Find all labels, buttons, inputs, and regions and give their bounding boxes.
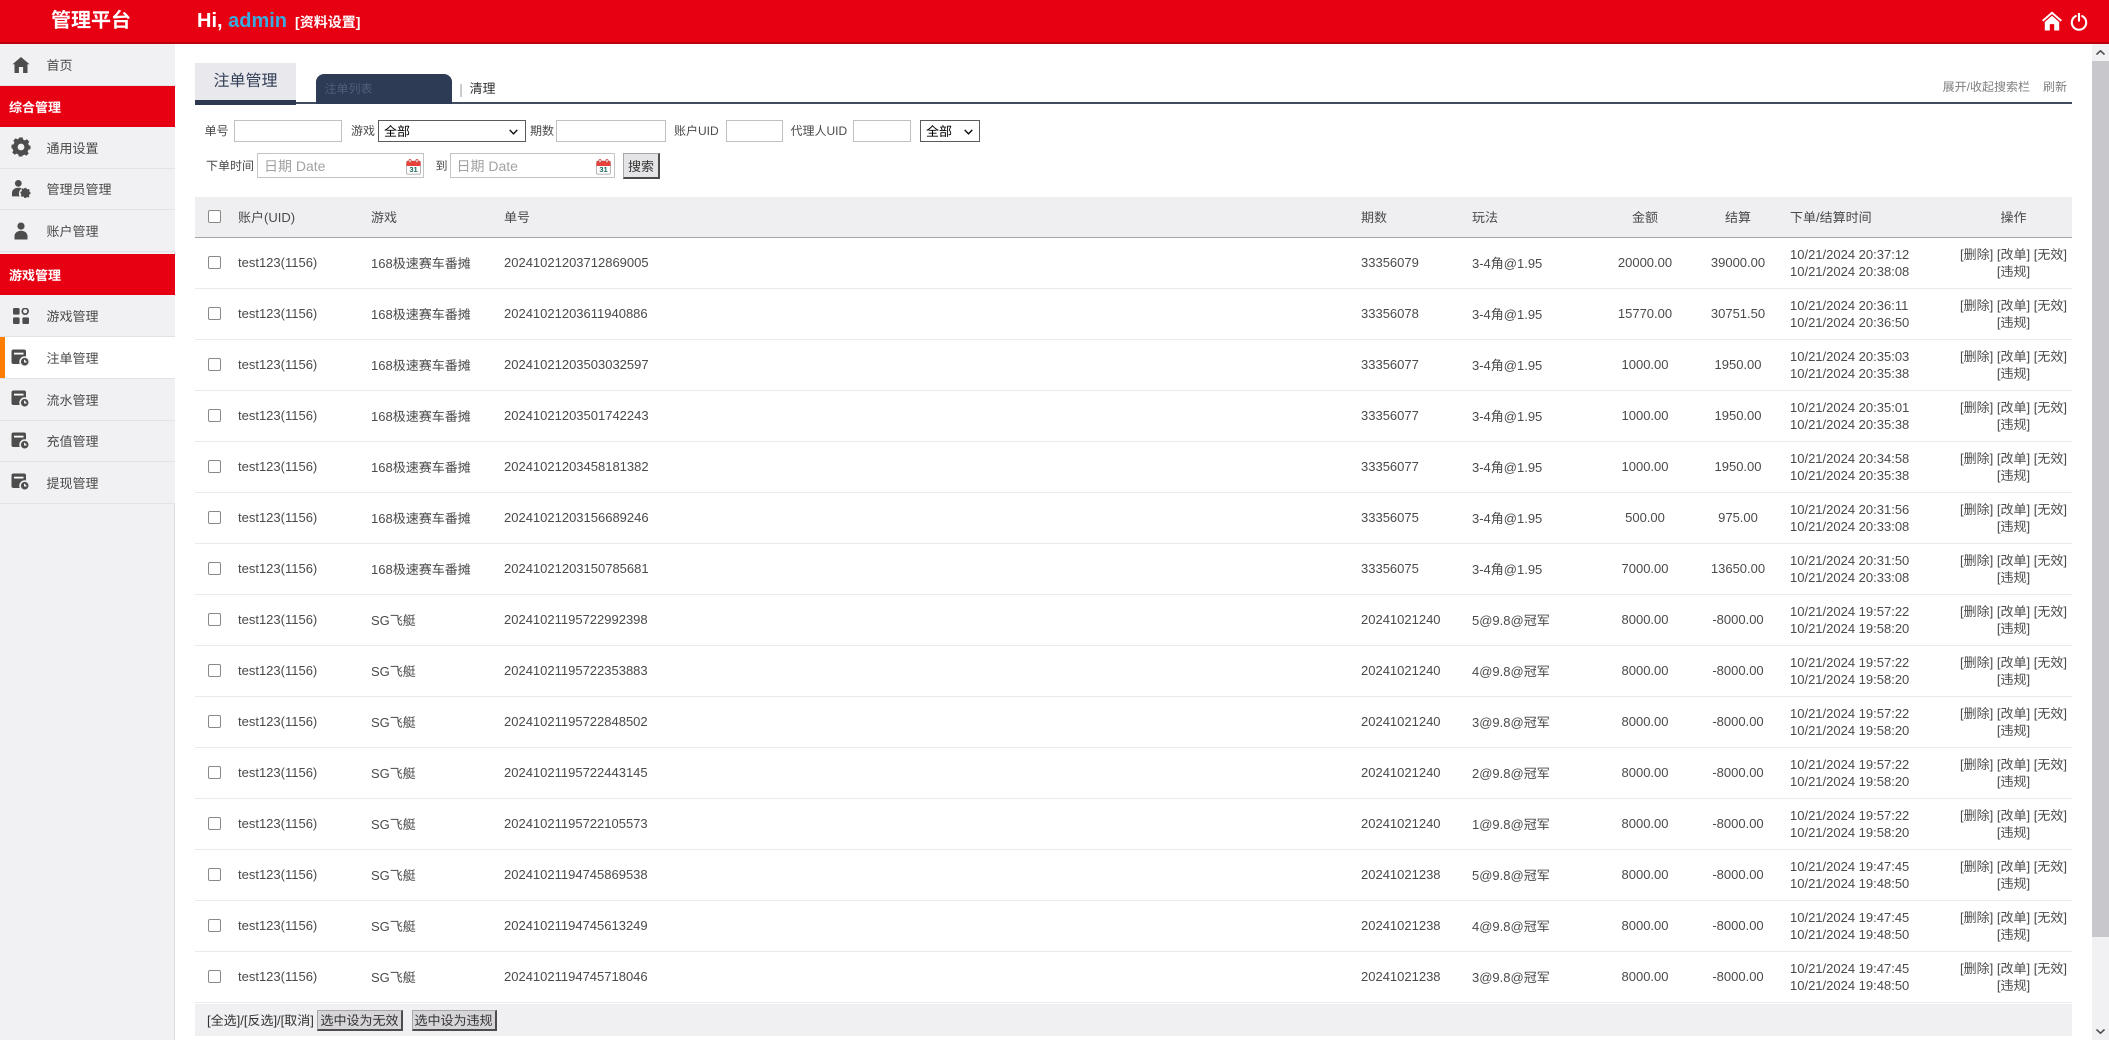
svg-text:31: 31 (409, 165, 417, 174)
svg-text:31: 31 (599, 165, 607, 174)
